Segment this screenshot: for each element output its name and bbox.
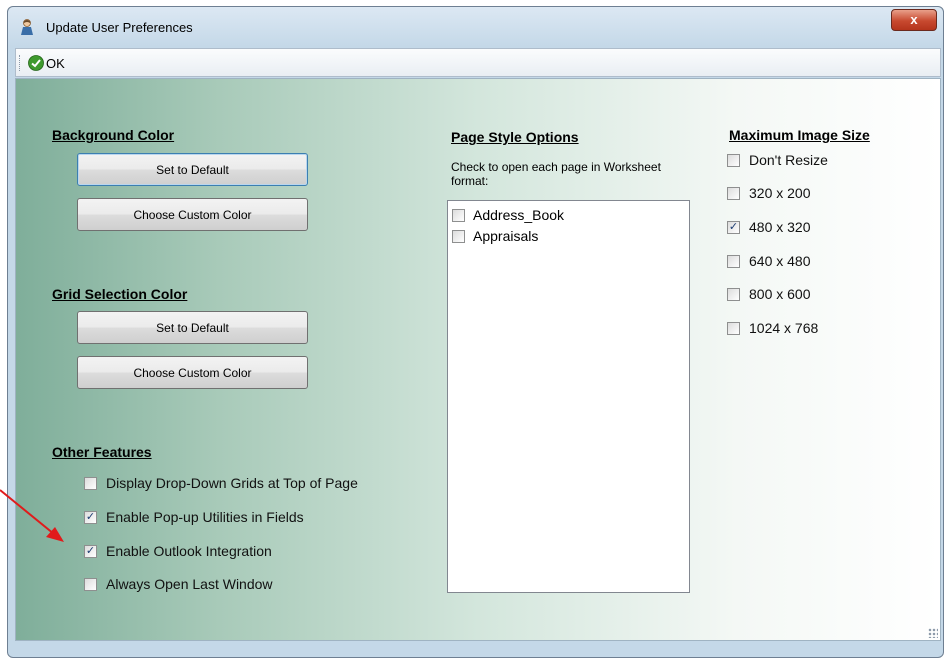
annotation-arrow-icon: [0, 489, 64, 542]
